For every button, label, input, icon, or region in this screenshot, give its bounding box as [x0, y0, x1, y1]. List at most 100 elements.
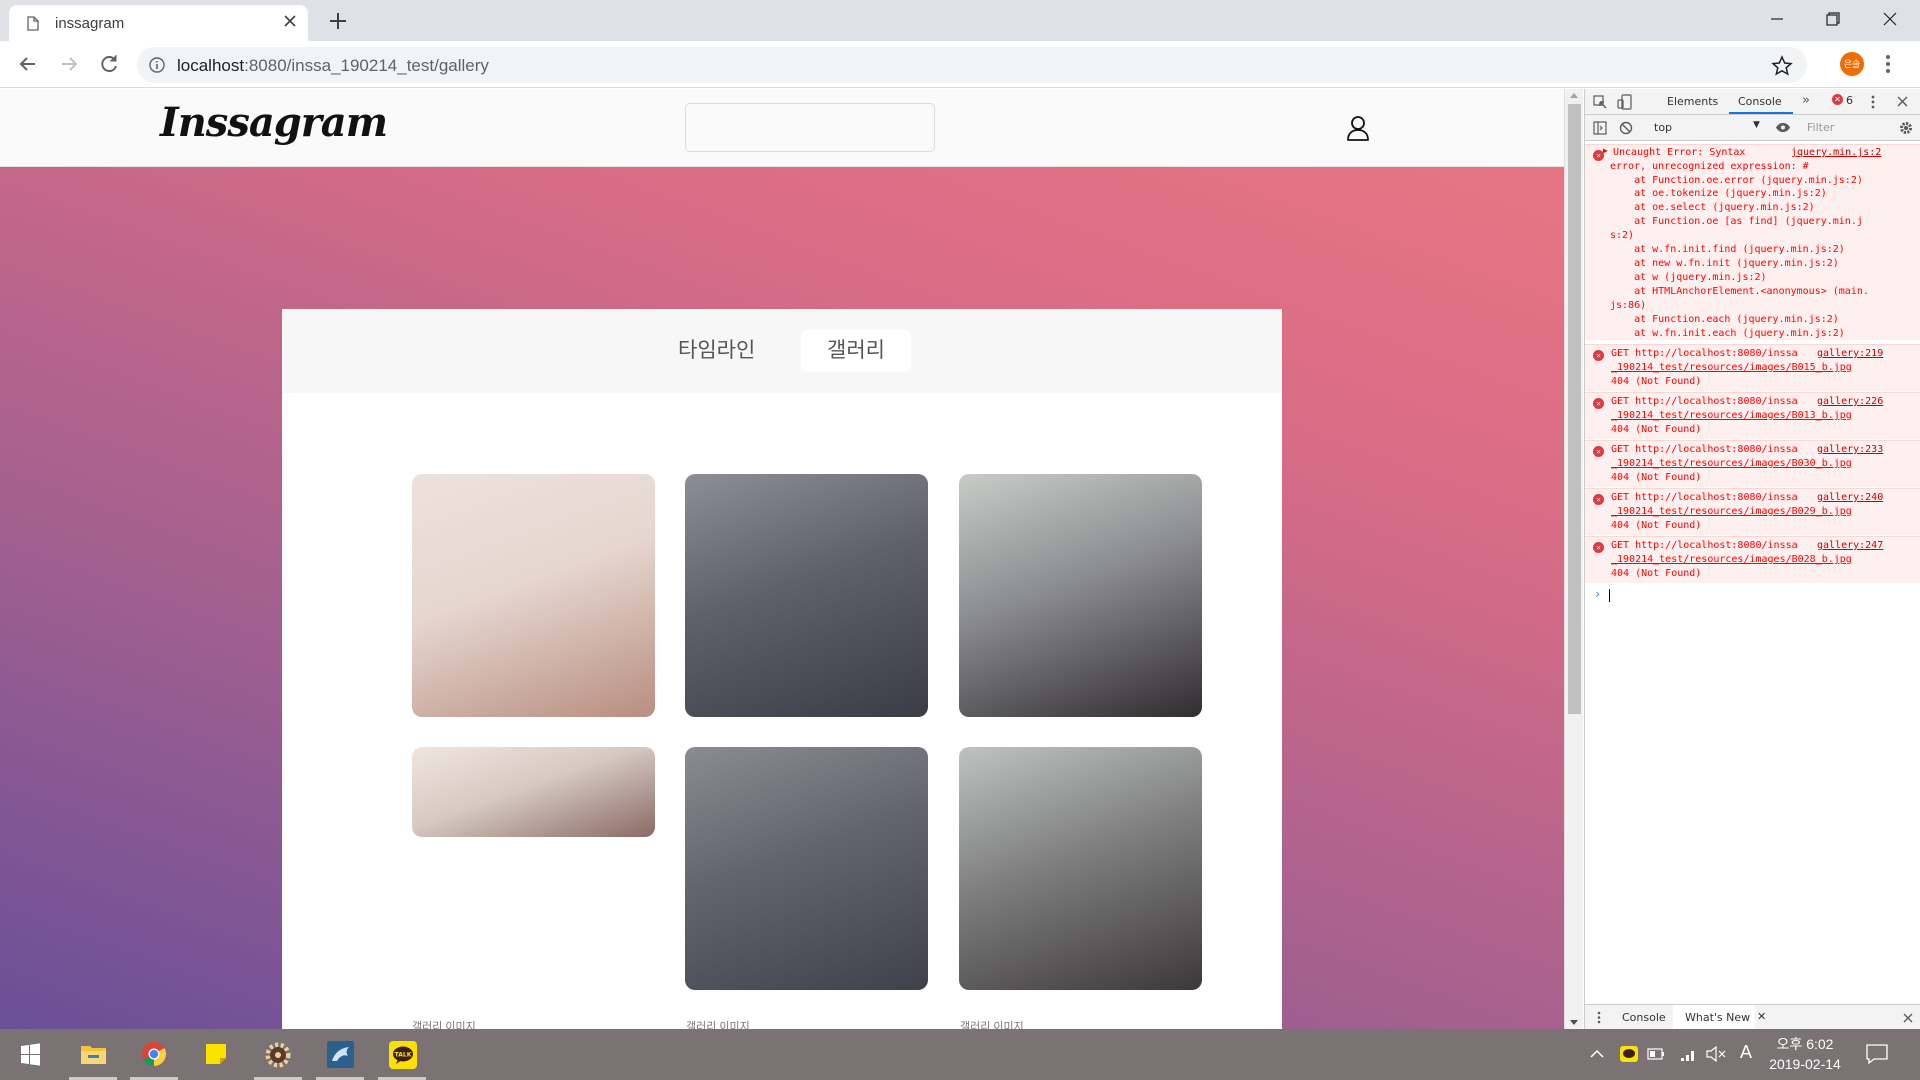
- error-count-icon[interactable]: ✕: [1832, 94, 1843, 105]
- context-selector[interactable]: top: [1654, 121, 1672, 134]
- user-profile-icon[interactable]: [1346, 115, 1370, 141]
- inspect-element-icon[interactable]: [1593, 95, 1607, 109]
- broken-image-label[interactable]: 갤러리 이미지: [412, 1018, 532, 1029]
- stack-frame[interactable]: at w (jquery.min.js:2): [1610, 271, 1766, 285]
- close-tab-icon[interactable]: [282, 13, 298, 29]
- gallery-image[interactable]: [959, 747, 1202, 990]
- error-line[interactable]: GET http://localhost:8080/inssa: [1611, 443, 1798, 457]
- stack-frame[interactable]: s:2): [1610, 229, 1634, 243]
- scrollbar-thumb[interactable]: [1568, 104, 1581, 714]
- stack-frame[interactable]: js:86): [1610, 299, 1646, 313]
- windows-start-icon[interactable]: [0, 1029, 60, 1080]
- volume-muted-icon[interactable]: [1706, 1046, 1726, 1062]
- eye-icon[interactable]: [1775, 122, 1791, 133]
- error-line[interactable]: GET http://localhost:8080/inssa: [1611, 491, 1798, 505]
- new-tab-icon[interactable]: [326, 9, 350, 33]
- error-url[interactable]: _190214_test/resources/images/B030_b.jpg: [1611, 457, 1852, 471]
- broken-image-label[interactable]: 갤러리 이미지: [960, 1018, 1080, 1029]
- chrome-menu-icon[interactable]: [1884, 53, 1892, 75]
- scroll-up-arrow-icon[interactable]: [1570, 93, 1578, 98]
- error-source-link[interactable]: gallery:247: [1817, 539, 1883, 553]
- error-source-link[interactable]: gallery:219: [1817, 347, 1883, 361]
- stack-frame[interactable]: at oe.select (jquery.min.js:2): [1610, 201, 1815, 215]
- kakaotalk-tray-icon[interactable]: [1620, 1046, 1638, 1062]
- console-error-uncaught[interactable]: ✕ ▶ Uncaught Error: Syntax jquery.min.js…: [1585, 144, 1920, 340]
- chevron-down-icon[interactable]: ▼: [1753, 120, 1760, 130]
- console-settings-icon[interactable]: [1899, 121, 1913, 135]
- sidebar-toggle-icon[interactable]: [1593, 121, 1607, 135]
- tab-timeline[interactable]: 타임라인: [652, 330, 781, 372]
- error-count[interactable]: 6: [1846, 94, 1853, 107]
- battery-icon[interactable]: [1647, 1048, 1665, 1060]
- close-drawer-tab-icon[interactable]: ✕: [1757, 1010, 1766, 1023]
- tab-elements[interactable]: Elements: [1667, 95, 1718, 108]
- error-source-link[interactable]: jquery.min.js:2: [1791, 146, 1881, 160]
- close-drawer-icon[interactable]: [1903, 1013, 1913, 1023]
- console-error-get[interactable]: ✕ GET http://localhost:8080/inssa galler…: [1585, 536, 1920, 583]
- bookmark-star-icon[interactable]: [1771, 55, 1793, 77]
- expand-triangle-icon[interactable]: ▶: [1603, 146, 1608, 155]
- scroll-down-arrow-icon[interactable]: [1570, 1020, 1578, 1025]
- error-url[interactable]: _190214_test/resources/images/B029_b.jpg: [1611, 505, 1852, 519]
- stack-frame[interactable]: at Function.oe.error (jquery.min.js:2): [1610, 174, 1863, 188]
- error-url[interactable]: _190214_test/resources/images/B013_b.jpg: [1611, 409, 1852, 423]
- restore-icon[interactable]: [1820, 6, 1846, 32]
- system-clock[interactable]: 오후 6:02 2019-02-14: [1760, 1034, 1850, 1074]
- filter-input[interactable]: Filter: [1807, 121, 1834, 134]
- gallery-image[interactable]: [412, 474, 655, 717]
- drawer-tab-whats-new[interactable]: What's New: [1685, 1011, 1750, 1024]
- console-output[interactable]: ✕ ▶ Uncaught Error: Syntax jquery.min.js…: [1585, 141, 1920, 947]
- console-error-get[interactable]: ✕ GET http://localhost:8080/inssa galler…: [1585, 392, 1920, 439]
- drawer-tab-console[interactable]: Console: [1622, 1011, 1666, 1024]
- gallery-image[interactable]: [959, 474, 1202, 717]
- error-line[interactable]: GET http://localhost:8080/inssa: [1611, 347, 1798, 361]
- ime-indicator[interactable]: A: [1740, 1042, 1752, 1063]
- stack-frame[interactable]: at Function.each (jquery.min.js:2): [1610, 313, 1839, 327]
- kakaotalk-taskbar-icon[interactable]: TALK: [372, 1029, 432, 1080]
- info-icon[interactable]: [149, 57, 165, 73]
- error-url[interactable]: _190214_test/resources/images/B015_b.jpg: [1611, 361, 1852, 375]
- broken-image-label[interactable]: 갤러리 이미지: [686, 1018, 806, 1029]
- browser-tab[interactable]: inssagram: [9, 5, 308, 41]
- minimize-icon[interactable]: [1764, 6, 1790, 32]
- sticky-notes-taskbar-icon[interactable]: [186, 1029, 246, 1080]
- tab-console[interactable]: Console: [1738, 95, 1782, 108]
- file-explorer-icon[interactable]: [63, 1029, 123, 1080]
- stack-frame[interactable]: at oe.tokenize (jquery.min.js:2): [1610, 187, 1827, 201]
- chrome-taskbar-icon[interactable]: [124, 1029, 184, 1080]
- address-bar[interactable]: localhost:8080/inssa_190214_test/gallery: [137, 47, 1807, 83]
- stack-frame[interactable]: at new w.fn.init (jquery.min.js:2): [1610, 257, 1839, 271]
- gallery-image[interactable]: [412, 747, 655, 837]
- close-window-icon[interactable]: [1877, 6, 1903, 32]
- error-source-link[interactable]: gallery:226: [1817, 395, 1883, 409]
- error-source-link[interactable]: gallery:240: [1817, 491, 1883, 505]
- devtools-menu-icon[interactable]: [1871, 95, 1875, 109]
- console-input[interactable]: [1609, 589, 1610, 602]
- page-scrollbar[interactable]: [1564, 89, 1583, 1029]
- profile-avatar[interactable]: 은솔: [1840, 52, 1864, 76]
- device-toolbar-icon[interactable]: [1617, 94, 1633, 110]
- drawer-menu-icon[interactable]: [1597, 1011, 1601, 1024]
- gallery-image[interactable]: [685, 747, 928, 990]
- clear-console-icon[interactable]: [1619, 121, 1633, 135]
- console-error-get[interactable]: ✕ GET http://localhost:8080/inssa galler…: [1585, 344, 1920, 391]
- back-icon[interactable]: [15, 51, 41, 77]
- close-devtools-icon[interactable]: [1897, 96, 1908, 107]
- error-url[interactable]: _190214_test/resources/images/B028_b.jpg: [1611, 553, 1852, 567]
- more-tabs-icon[interactable]: »: [1802, 93, 1810, 108]
- network-icon[interactable]: [1680, 1046, 1698, 1062]
- search-input[interactable]: [685, 103, 935, 152]
- mysql-workbench-taskbar-icon[interactable]: [310, 1029, 370, 1080]
- notification-center-icon[interactable]: [1866, 1044, 1888, 1064]
- error-source-link[interactable]: gallery:233: [1817, 443, 1883, 457]
- error-line[interactable]: GET http://localhost:8080/inssa: [1611, 395, 1798, 409]
- gallery-image[interactable]: [685, 474, 928, 717]
- stack-frame[interactable]: at w.fn.init.find (jquery.min.js:2): [1610, 243, 1845, 257]
- stack-frame[interactable]: at w.fn.init.each (jquery.min.js:2): [1610, 327, 1845, 341]
- site-logo[interactable]: Inssagram: [160, 99, 388, 146]
- stack-frame[interactable]: at HTMLAnchorElement.<anonymous> (main.: [1610, 285, 1869, 299]
- console-error-get[interactable]: ✕ GET http://localhost:8080/inssa galler…: [1585, 488, 1920, 535]
- tab-gallery[interactable]: 갤러리: [801, 330, 911, 372]
- stack-frame[interactable]: at Function.oe [as find] (jquery.min.j: [1610, 215, 1863, 229]
- reload-icon[interactable]: [96, 51, 122, 77]
